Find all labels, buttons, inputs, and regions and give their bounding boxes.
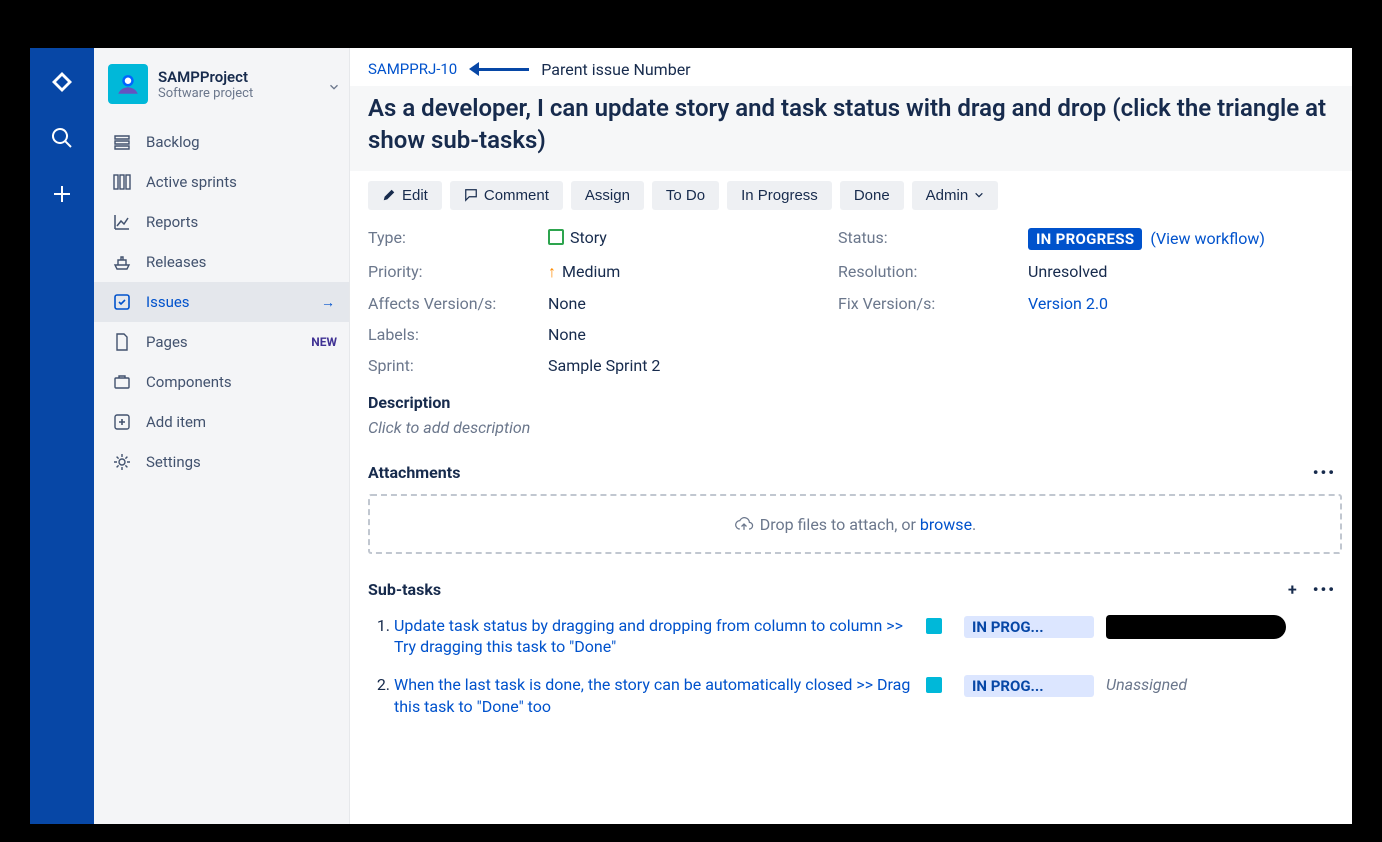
subtask-row: When the last task is done, the story ca… [394,674,1342,717]
subtask-type-icon [926,618,942,634]
issues-icon [112,292,132,312]
subtasks-heading: Sub-tasks [368,580,441,599]
add-subtask-button[interactable]: + [1288,580,1297,599]
field-label-fixv: Fix Version/s: [838,294,1028,313]
project-name: SAMPProject [158,68,253,86]
issue-key-link[interactable]: SAMPPRJ-10 [368,60,457,78]
subtask-assignee: Unassigned [1106,675,1342,694]
add-item-icon [112,412,132,432]
breadcrumb: SAMPPRJ-10 Parent issue Number [368,56,1342,82]
field-value-labels: None [548,325,838,344]
field-value-resolution: Unresolved [1028,262,1342,282]
description-placeholder[interactable]: Click to add description [368,418,1342,437]
sidebar-item-label: Add item [146,413,206,431]
attachments-heading: Attachments [368,463,460,482]
attachments-dropzone[interactable]: Drop files to attach, or browse. [368,494,1342,554]
fix-version-link[interactable]: Version 2.0 [1028,294,1108,313]
issue-main: SAMPPRJ-10 Parent issue Number As a deve… [350,48,1352,824]
priority-medium-icon: ↑ [548,262,556,281]
pencil-icon [382,188,396,202]
sidebar-item-label: Components [146,373,232,391]
sidebar-item-reports[interactable]: Reports [94,202,349,242]
field-label-affects: Affects Version/s: [368,294,548,313]
new-badge: NEW [311,335,337,349]
subtasks-more-button[interactable]: ••• [1307,578,1342,601]
create-icon[interactable] [48,180,76,208]
jira-logo-icon[interactable] [48,68,76,96]
issue-summary: As a developer, I can update story and t… [350,86,1352,171]
story-type-icon [548,229,564,245]
project-avatar-icon [108,64,148,104]
subtask-assignee-redacted [1106,615,1286,639]
transition-in-progress-button[interactable]: In Progress [727,181,832,210]
sidebar-item-label: Backlog [146,133,200,151]
field-label-type: Type: [368,228,548,250]
field-value-sprint: Sample Sprint 2 [548,356,838,375]
comment-button[interactable]: Comment [450,181,563,210]
issue-toolbar: Edit Comment Assign To Do In Progress Do… [368,181,1342,210]
sidebar-item-label: Pages [146,333,188,351]
reports-icon [112,212,132,232]
sidebar-item-settings[interactable]: Settings [94,442,349,482]
field-label-status: Status: [838,228,1028,250]
status-badge[interactable]: IN PROGRESS [1028,228,1142,250]
annotation-arrow-icon [469,64,529,74]
sidebar-item-label: Settings [146,453,201,471]
subtask-title-link[interactable]: Update task status by dragging and dropp… [394,615,914,658]
global-nav-rail [30,48,94,824]
project-type: Software project [158,86,253,101]
arrow-right-icon: → [321,294,335,311]
field-grid: Type: Story Status: IN PROGRESS (View wo… [368,228,1342,375]
field-value-fixv: Version 2.0 [1028,294,1342,313]
field-label-labels: Labels: [368,325,548,344]
browse-link[interactable]: browse [920,515,972,534]
ship-icon [112,252,132,272]
subtask-status-badge[interactable]: IN PROG... [964,616,1094,638]
field-value-priority: ↑Medium [548,262,838,282]
sidebar-item-backlog[interactable]: Backlog [94,122,349,162]
board-icon [112,172,132,192]
subtask-status-badge[interactable]: IN PROG... [964,675,1094,697]
attachments-more-button[interactable]: ••• [1307,461,1342,484]
assign-button[interactable]: Assign [571,181,644,210]
component-icon [112,372,132,392]
sidebar-item-active-sprints[interactable]: Active sprints [94,162,349,202]
sidebar-item-label: Issues [146,293,190,311]
view-workflow-link[interactable]: (View workflow) [1150,229,1265,248]
backlog-icon [112,132,132,152]
field-label-resolution: Resolution: [838,262,1028,282]
field-label-priority: Priority: [368,262,548,282]
chevron-down-icon[interactable] [327,80,341,94]
field-value-status: IN PROGRESS (View workflow) [1028,228,1342,250]
subtask-title-link[interactable]: When the last task is done, the story ca… [394,674,914,717]
annotation-text: Parent issue Number [541,60,690,79]
subtask-list: Update task status by dragging and dropp… [368,615,1342,717]
transition-done-button[interactable]: Done [840,181,904,210]
sidebar-item-issues[interactable]: Issues → [94,282,349,322]
subtask-row: Update task status by dragging and dropp… [394,615,1342,658]
sidebar-item-releases[interactable]: Releases [94,242,349,282]
field-label-sprint: Sprint: [368,356,548,375]
search-icon[interactable] [48,124,76,152]
upload-cloud-icon [734,514,754,534]
subtask-type-icon [926,677,942,693]
edit-button[interactable]: Edit [368,181,442,210]
sidebar-item-add[interactable]: Add item [94,402,349,442]
field-value-affects: None [548,294,838,313]
transition-todo-button[interactable]: To Do [652,181,719,210]
sidebar-item-label: Reports [146,213,198,231]
project-header[interactable]: SAMPProject Software project [94,60,349,122]
sidebar-item-components[interactable]: Components [94,362,349,402]
gear-icon [112,452,132,472]
comment-icon [464,188,478,202]
sidebar-item-pages[interactable]: Pages NEW [94,322,349,362]
sidebar-item-label: Releases [146,253,206,271]
page-icon [112,332,132,352]
admin-dropdown-button[interactable]: Admin [912,181,999,210]
chevron-down-icon [974,190,984,200]
sidebar-item-label: Active sprints [146,173,237,191]
field-value-type: Story [548,228,838,250]
description-heading: Description [368,393,1342,412]
project-sidebar: SAMPProject Software project Backlog Act… [94,48,350,824]
